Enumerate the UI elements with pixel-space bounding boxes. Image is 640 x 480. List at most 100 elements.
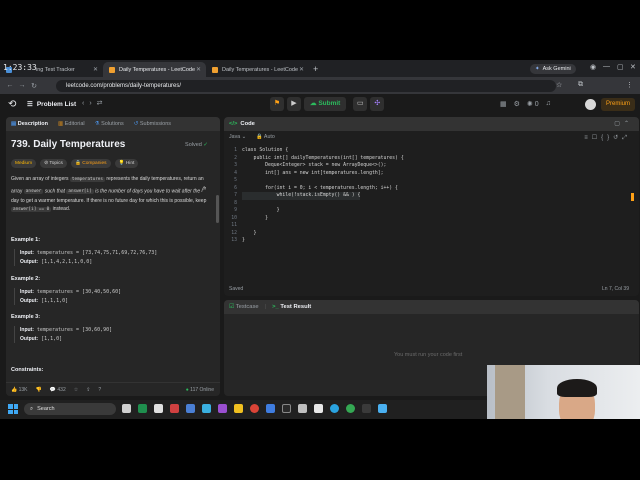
avatar[interactable] xyxy=(585,99,596,110)
chrome-icon[interactable] xyxy=(250,404,259,413)
problem-title[interactable]: 739. Daily Temperatures xyxy=(11,139,125,150)
code-line[interactable]: 7 while(!stack.isEmpty() && ) { xyxy=(224,192,624,200)
problem-list-button[interactable]: ☰ Problem List xyxy=(27,100,76,109)
url-input[interactable]: leetcode.com/problems/daily-temperatures… xyxy=(56,80,556,92)
code-text[interactable]: class Solution { xyxy=(242,147,288,155)
language-select[interactable]: Java ⌄ xyxy=(229,134,246,140)
settings-icon[interactable]: ⚙ xyxy=(514,100,520,108)
layout-icon[interactable]: ▦ xyxy=(500,100,507,108)
tab-testcase[interactable]: ☑ Testcase xyxy=(229,304,259,310)
forward-icon[interactable]: → xyxy=(16,82,28,89)
code-line[interactable]: 9 } xyxy=(224,207,624,215)
app-icon[interactable] xyxy=(234,404,243,413)
code-text[interactable]: public int[] dailyTemperatures(int[] tem… xyxy=(242,155,404,163)
taskbar-search-input[interactable]: ⌕ Search xyxy=(24,403,116,415)
maximize-icon[interactable]: ▢ xyxy=(617,63,624,71)
app-icon[interactable] xyxy=(154,404,163,413)
code-text[interactable]: } xyxy=(242,207,280,215)
test-tabs: ☑ Testcase | >_ Test Result xyxy=(224,300,639,314)
code-text[interactable]: } xyxy=(242,237,245,245)
companies-tag[interactable]: 🔒 Companies xyxy=(70,159,111,168)
bookmark-star-icon[interactable]: ☆ xyxy=(556,81,562,89)
back-icon[interactable]: ← xyxy=(4,82,16,89)
close-tab-icon[interactable]: ✕ xyxy=(299,66,304,73)
app-icon[interactable] xyxy=(282,404,291,413)
app-icon[interactable] xyxy=(170,404,179,413)
close-window-icon[interactable]: ✕ xyxy=(630,63,636,71)
menu-dots-icon[interactable]: ⋮ xyxy=(626,81,633,89)
task-view-icon[interactable] xyxy=(122,404,131,413)
browser-tab-active[interactable]: Daily Temperatures - LeetCode ✕ xyxy=(103,62,206,77)
code-text[interactable]: } xyxy=(242,215,268,223)
windows-start-icon[interactable] xyxy=(8,404,18,414)
code-line[interactable]: 5 xyxy=(224,177,624,185)
ask-gemini-button[interactable]: ✦ Ask Gemini xyxy=(530,64,576,74)
code-line[interactable]: 8 xyxy=(224,200,624,208)
app-icon[interactable] xyxy=(314,404,323,413)
streak-icon[interactable]: ✺ 0 xyxy=(527,100,539,108)
dislike-icon[interactable]: 👎 xyxy=(36,387,42,393)
line-number: 6 xyxy=(234,185,237,191)
premium-button[interactable]: Premium xyxy=(601,98,636,111)
app-icon[interactable] xyxy=(186,404,195,413)
code-text[interactable]: while(!stack.isEmpty() && ) { xyxy=(242,192,361,200)
app-icon[interactable] xyxy=(202,404,211,413)
close-tab-icon[interactable]: ✕ xyxy=(93,66,98,73)
code-text[interactable]: } xyxy=(242,230,257,238)
tab-solutions[interactable]: ⚗ Solutions xyxy=(95,121,124,127)
code-text[interactable]: for(int i = 0; i < temperatures.length; … xyxy=(242,185,398,193)
run-icon[interactable]: ▶ xyxy=(287,97,301,111)
app-icon[interactable] xyxy=(378,404,387,413)
app-icon[interactable] xyxy=(218,404,227,413)
app-icon[interactable] xyxy=(266,404,275,413)
leetcode-favicon-icon xyxy=(109,66,115,73)
editor-action-icons[interactable]: ≡☐{}↺⤢ xyxy=(584,134,631,142)
close-tab-icon[interactable]: ✕ xyxy=(196,66,201,73)
code-line[interactable]: 13} xyxy=(224,237,624,245)
description-scrollbar[interactable] xyxy=(216,195,219,223)
notification-icon[interactable]: ♫ xyxy=(546,100,551,108)
excel-icon[interactable] xyxy=(138,404,147,413)
chrome-icon[interactable] xyxy=(346,404,355,413)
list-icon: ☰ xyxy=(27,101,33,108)
debug-icon[interactable]: ⚑ xyxy=(270,97,284,111)
browser-tab[interactable]: Daily Temperatures - LeetCode ✕ xyxy=(206,62,309,77)
code-line[interactable]: 12 } xyxy=(224,230,624,238)
hint-tag[interactable]: 💡 Hint xyxy=(114,159,139,168)
code-text[interactable]: int[] ans = new int[temperatures.length]… xyxy=(242,170,383,178)
tab-description[interactable]: ▤ Description xyxy=(11,121,48,127)
panel-window-icons[interactable]: ▢⌃ xyxy=(614,120,633,127)
tab-test-result[interactable]: >_ Test Result xyxy=(272,304,311,310)
topics-tag[interactable]: ⊘ Topics xyxy=(40,159,67,168)
help-icon[interactable]: ? xyxy=(98,387,101,393)
telegram-icon[interactable] xyxy=(330,404,339,413)
ai-icon[interactable]: ✣ xyxy=(370,97,385,111)
code-text[interactable]: Deque<Integer> stack = new ArrayDeque<>(… xyxy=(242,162,386,170)
reload-icon[interactable]: ↻ xyxy=(28,82,40,90)
code-line[interactable]: 2 public int[] dailyTemperatures(int[] t… xyxy=(224,155,624,163)
code-line[interactable]: 3 Deque<Integer> stack = new ArrayDeque<… xyxy=(224,162,624,170)
code-line[interactable]: 1 class Solution { xyxy=(224,147,624,155)
auto-toggle[interactable]: 🔒 Auto xyxy=(256,134,275,140)
minimize-icon[interactable]: — xyxy=(603,63,610,70)
leetcode-logo-icon[interactable]: ⟲ xyxy=(8,99,16,110)
extensions-icon[interactable]: ⧉ xyxy=(578,81,583,89)
tab-editorial[interactable]: ▥ Editorial xyxy=(58,121,85,127)
favorite-star-icon[interactable]: ☆ xyxy=(74,387,78,393)
problem-nav-icons[interactable]: ‹›⇄ xyxy=(82,99,108,107)
code-line[interactable]: 4 int[] ans = new int[temperatures.lengt… xyxy=(224,170,624,178)
code-line[interactable]: 6 for(int i = 0; i < temperatures.length… xyxy=(224,185,624,193)
profile-icon[interactable]: ◉ xyxy=(590,63,596,71)
code-line[interactable]: 11 xyxy=(224,222,624,230)
share-icon[interactable]: ⇪ xyxy=(86,387,90,393)
notes-icon[interactable]: ▭ xyxy=(353,97,368,111)
code-line[interactable]: 10 } xyxy=(224,215,624,223)
new-tab-button[interactable]: + xyxy=(313,62,318,77)
like-button[interactable]: 👍 13K xyxy=(11,387,28,393)
submit-button[interactable]: ☁ Submit xyxy=(304,97,347,111)
tab-submissions[interactable]: ↺ Submissions xyxy=(134,121,171,127)
app-icon[interactable] xyxy=(362,404,371,413)
code-lines[interactable]: 1 class Solution {2 public int[] dailyTem… xyxy=(224,147,624,245)
app-icon[interactable] xyxy=(298,404,307,413)
comments-button[interactable]: 💬 432 xyxy=(50,387,66,393)
